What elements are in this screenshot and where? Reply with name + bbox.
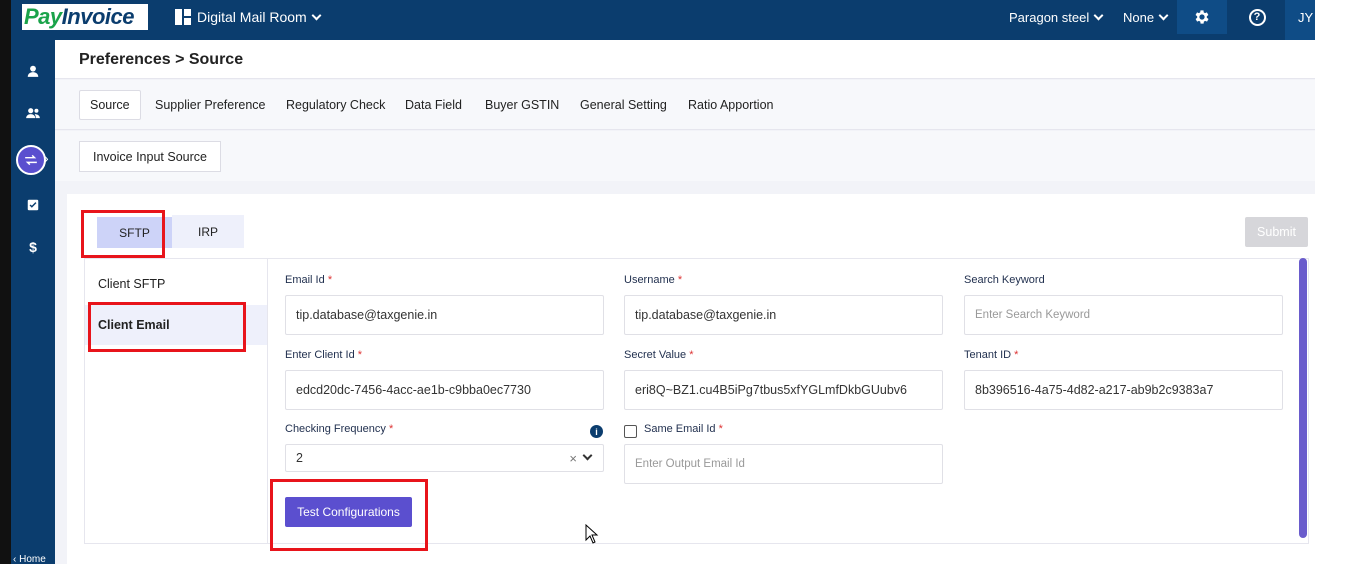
preference-tabs: Source Supplier Preference Regulatory Ch… (55, 80, 1315, 130)
search-keyword-label: Search Keyword (964, 274, 1045, 286)
transfer-icon (25, 154, 37, 166)
client-id-label: Enter Client Id * (285, 349, 363, 361)
home-label: Home (19, 554, 46, 565)
tab-data-field[interactable]: Data Field (395, 90, 472, 120)
username-field[interactable]: tip.database@taxgenie.in (624, 295, 943, 335)
tab-ratio-apportion[interactable]: Ratio Apportion (678, 90, 783, 120)
mode-tab-sftp[interactable]: SFTP (97, 217, 172, 248)
clear-icon[interactable]: × (569, 451, 577, 466)
chevron-down-icon (311, 10, 322, 20)
username-label: Username * (624, 274, 683, 286)
submit-button[interactable]: Submit (1245, 217, 1308, 247)
top-bar: PayInvoice Digital Mail Room Paragon ste… (11, 0, 1315, 40)
chevron-down-icon[interactable] (582, 450, 593, 461)
sidebar-item-users[interactable] (11, 97, 55, 129)
sidebar-item-profile[interactable] (11, 55, 55, 87)
tenant-id-label: Tenant ID * (964, 349, 1019, 361)
mode-tab-irp[interactable]: IRP (172, 215, 244, 248)
tab-buyer-gstin[interactable]: Buyer GSTIN (475, 90, 569, 120)
logo-text-pay: Pay (24, 4, 62, 29)
search-keyword-input[interactable]: Enter Search Keyword (964, 295, 1283, 335)
logo-text-invoice: Invoice (61, 4, 135, 29)
user-icon (27, 65, 39, 77)
sidebar-item-billing[interactable]: $ (11, 231, 55, 263)
nav-client-email[interactable]: Client Email (85, 305, 267, 345)
nav-client-sftp[interactable]: Client SFTP (85, 264, 267, 304)
users-icon (26, 108, 40, 119)
app-switcher[interactable]: Digital Mail Room (175, 0, 322, 34)
user-initials: JY (1298, 9, 1314, 25)
window-edge (0, 0, 11, 564)
scope-dropdown[interactable]: None (1123, 0, 1169, 34)
same-email-label: Same Email Id * (644, 423, 723, 435)
sidebar-item-checklist[interactable] (11, 189, 55, 221)
source-type-nav: Client SFTP Client Email (85, 259, 268, 543)
gear-icon (1195, 10, 1209, 24)
sidebar-item-transfer[interactable] (16, 145, 46, 175)
dollar-icon: $ (29, 239, 37, 255)
source-card: SFTP IRP Submit Client SFTP Client Email… (67, 194, 1315, 564)
email-id-field[interactable]: tip.database@taxgenie.in (285, 295, 604, 335)
page-title: Preferences > Source (79, 51, 244, 68)
app-name: Digital Mail Room (197, 9, 307, 25)
scope-value: None (1123, 9, 1155, 25)
settings-button[interactable] (1177, 0, 1227, 34)
source-subtabs: Invoice Input Source (55, 131, 1315, 181)
title-bar: Preferences > Source (55, 40, 1315, 79)
tab-source[interactable]: Source (79, 90, 141, 120)
subtab-invoice-input-source[interactable]: Invoice Input Source (79, 141, 221, 172)
payinvoice-logo[interactable]: PayInvoice (22, 4, 148, 30)
secret-value-label: Secret Value * (624, 349, 694, 361)
secret-value-field[interactable]: eri8Q~BZ1.cu4B5iPg7tbus5xfYGLmfDkbGUubv6 (624, 370, 943, 410)
scrollbar-thumb[interactable] (1299, 258, 1307, 538)
tenant-id-field[interactable]: 8b396516-4a75-4d82-a217-ab9b2c9383a7 (964, 370, 1283, 410)
output-email-input[interactable]: Enter Output Email Id (624, 444, 943, 484)
help-button[interactable]: ? (1240, 0, 1274, 34)
chevron-down-icon (1093, 10, 1104, 20)
tab-regulatory-check[interactable]: Regulatory Check (276, 90, 395, 120)
chevron-down-icon (1158, 10, 1169, 20)
client-id-field[interactable]: edcd20dc-7456-4acc-ae1b-c9bba0ec7730 (285, 370, 604, 410)
test-configurations-button[interactable]: Test Configurations (285, 497, 412, 527)
checking-frequency-select[interactable]: 2 × (285, 444, 604, 472)
config-panel: Client SFTP Client Email Email Id * tip.… (84, 258, 1309, 544)
checking-frequency-value: 2 (296, 451, 303, 465)
mouse-cursor-icon (585, 524, 599, 544)
help-icon: ? (1248, 8, 1266, 26)
same-email-checkbox[interactable] (624, 425, 637, 438)
tab-general-setting[interactable]: General Setting (570, 90, 677, 120)
tab-supplier-preference[interactable]: Supplier Preference (145, 90, 275, 120)
sidebar: › $ ‹ Home (11, 40, 55, 565)
checklist-icon (27, 199, 39, 211)
info-icon[interactable]: i (590, 425, 603, 438)
email-id-label: Email Id * (285, 274, 333, 286)
chevron-right-icon: › (44, 150, 49, 166)
user-avatar[interactable]: JY (1285, 0, 1315, 40)
company-name: Paragon steel (1009, 9, 1090, 25)
sidebar-home-link[interactable]: ‹ Home (13, 554, 46, 565)
checking-frequency-label: Checking Frequency * (285, 423, 394, 435)
main-content: Preferences > Source Source Supplier Pre… (55, 40, 1315, 564)
grid-icon (175, 9, 191, 25)
company-dropdown[interactable]: Paragon steel (1009, 0, 1104, 34)
